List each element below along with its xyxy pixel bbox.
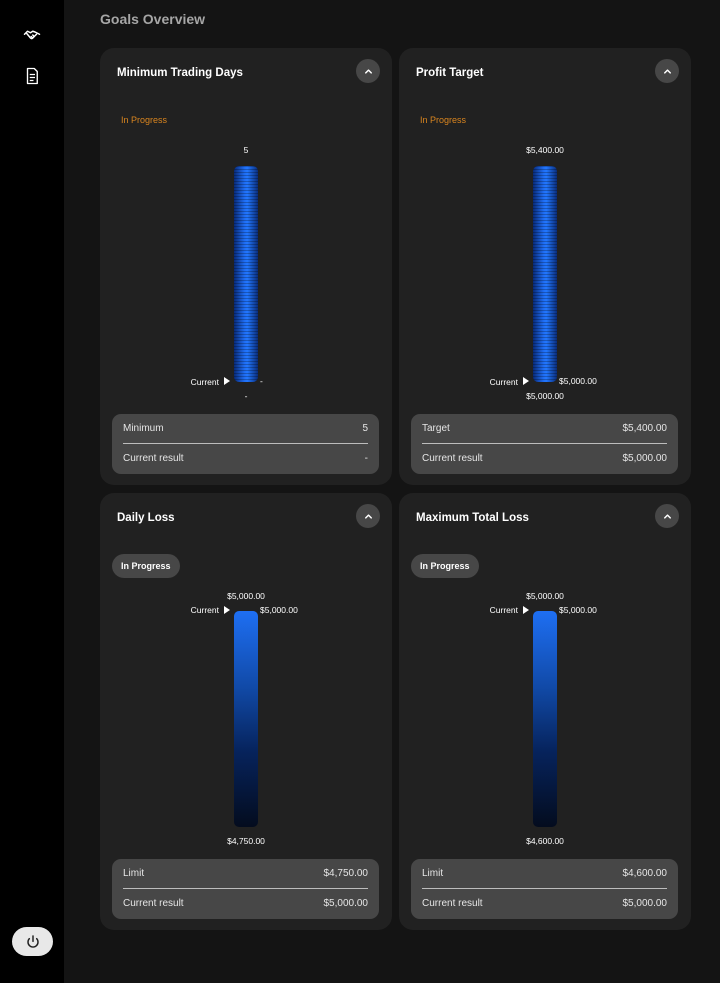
summary-value: $5,000.00	[622, 897, 668, 909]
current-label: Current	[190, 605, 219, 615]
summary-row: Current result $5,000.00	[422, 893, 667, 913]
current-marker-icon	[523, 606, 529, 614]
progress-bar	[234, 611, 258, 827]
handshake-icon[interactable]	[22, 25, 42, 45]
power-icon	[26, 934, 39, 948]
current-label: Current	[489, 605, 518, 615]
summary-label: Limit	[422, 867, 444, 879]
current-value: $5,000.00	[559, 605, 597, 615]
summary-value: 5	[362, 422, 368, 434]
summary-label: Current result	[422, 452, 483, 464]
summary-row: Limit $4,750.00	[123, 863, 368, 883]
progress-bar	[533, 611, 557, 827]
card-title: Minimum Trading Days	[117, 67, 243, 79]
bar-top-label: 5	[243, 145, 249, 155]
summary-label: Target	[422, 422, 450, 434]
summary-label: Current result	[422, 897, 483, 909]
current-marker-icon	[224, 377, 230, 385]
summary-divider	[422, 443, 667, 444]
summary-value: $5,400.00	[622, 422, 668, 434]
collapse-button[interactable]	[655, 59, 679, 83]
summary-box: Minimum 5 Current result -	[112, 414, 379, 474]
goal-card-daily-loss: Daily Loss In Progress $5,000.00 Current…	[100, 493, 392, 930]
status-badge: In Progress	[411, 554, 479, 578]
summary-box: Target $5,400.00 Current result $5,000.0…	[411, 414, 678, 474]
current-value: $5,000.00	[559, 376, 597, 386]
goal-card-minimum-trading-days: Minimum Trading Days In Progress 5 Curre…	[100, 48, 392, 485]
current-marker-icon	[523, 377, 529, 385]
summary-row: Target $5,400.00	[422, 418, 667, 438]
summary-value: $5,000.00	[622, 452, 668, 464]
progress-bar	[234, 166, 258, 382]
summary-label: Current result	[123, 452, 184, 464]
summary-box: Limit $4,600.00 Current result $5,000.00	[411, 859, 678, 919]
status-text: In Progress	[420, 115, 467, 125]
summary-row: Current result $5,000.00	[123, 893, 368, 913]
goal-card-profit-target: Profit Target In Progress $5,400.00 Curr…	[399, 48, 691, 485]
bar-bottom-label: $4,600.00	[526, 836, 564, 846]
card-title: Profit Target	[416, 67, 484, 79]
summary-row: Limit $4,600.00	[422, 863, 667, 883]
collapse-button[interactable]	[655, 504, 679, 528]
summary-row: Current result -	[123, 448, 368, 468]
bar-bottom-label: $5,000.00	[526, 391, 564, 401]
collapse-button[interactable]	[356, 504, 380, 528]
power-button[interactable]	[12, 927, 53, 956]
bar-top-label: $5,400.00	[526, 145, 564, 155]
chevron-up-icon	[364, 513, 372, 519]
summary-row: Minimum 5	[123, 418, 368, 438]
current-value: -	[260, 376, 263, 386]
bar-bottom-label: $4,750.00	[227, 836, 265, 846]
current-label: Current	[489, 377, 518, 387]
chevron-up-icon	[663, 68, 671, 74]
card-title: Daily Loss	[117, 512, 175, 524]
progress-bar	[533, 166, 557, 382]
sidebar	[0, 0, 64, 983]
summary-value: $4,750.00	[323, 867, 369, 879]
summary-label: Current result	[123, 897, 184, 909]
status-text: In Progress	[121, 115, 168, 125]
summary-value: $5,000.00	[323, 897, 369, 909]
card-title: Maximum Total Loss	[416, 512, 529, 524]
chevron-up-icon	[663, 513, 671, 519]
status-badge: In Progress	[112, 554, 180, 578]
summary-value: -	[364, 452, 368, 464]
bar-top-label: $5,000.00	[526, 591, 564, 601]
current-label: Current	[190, 377, 219, 387]
goal-card-maximum-total-loss: Maximum Total Loss In Progress $5,000.00…	[399, 493, 691, 930]
collapse-button[interactable]	[356, 59, 380, 83]
summary-box: Limit $4,750.00 Current result $5,000.00	[112, 859, 379, 919]
summary-label: Limit	[123, 867, 145, 879]
summary-divider	[422, 888, 667, 889]
current-marker-icon	[224, 606, 230, 614]
summary-row: Current result $5,000.00	[422, 448, 667, 468]
bar-bottom-label: -	[244, 391, 248, 401]
page-title: Goals Overview	[100, 11, 206, 27]
chevron-up-icon	[364, 68, 372, 74]
bar-top-label: $5,000.00	[227, 591, 265, 601]
summary-label: Minimum	[123, 422, 164, 434]
summary-divider	[123, 888, 368, 889]
summary-value: $4,600.00	[622, 867, 668, 879]
document-icon[interactable]	[22, 66, 42, 86]
summary-divider	[123, 443, 368, 444]
current-value: $5,000.00	[260, 605, 298, 615]
